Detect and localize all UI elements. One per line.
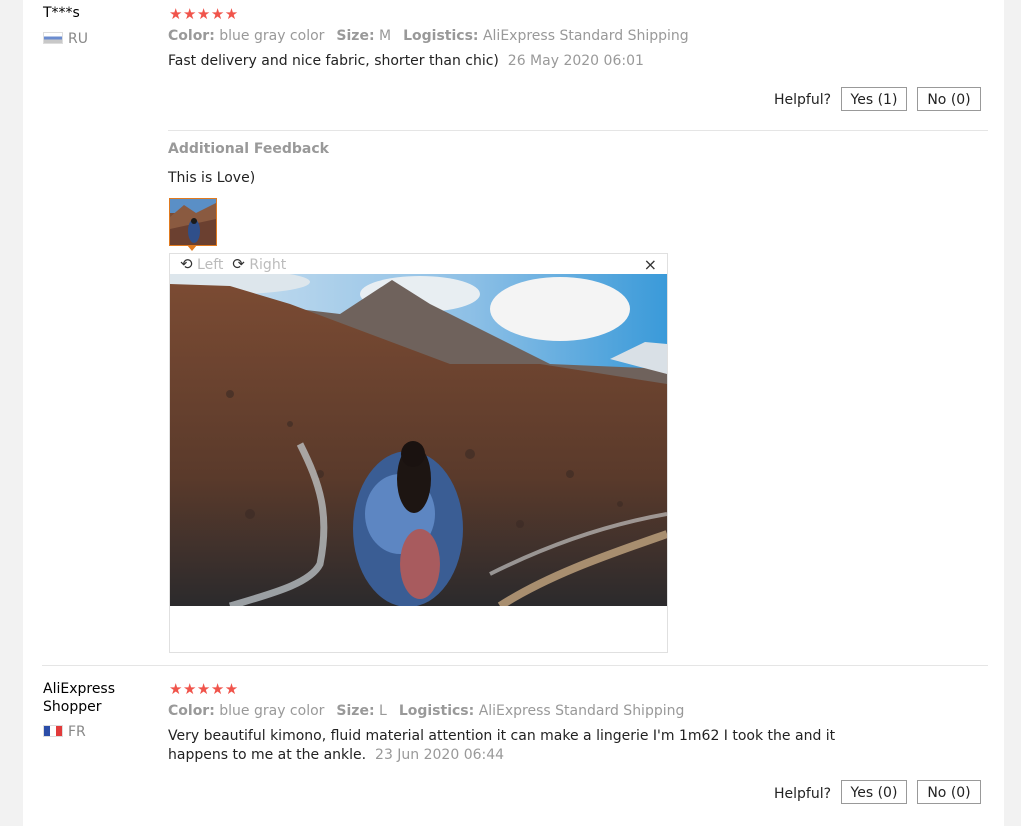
reviewer-name: AliExpress Shopper: [43, 680, 115, 716]
country-code: RU: [68, 31, 88, 47]
size-value: M: [379, 28, 392, 44]
review-attributes: Color: blue gray color Size: L Logistics: …: [168, 703, 684, 719]
helpful-label: Helpful?: [774, 786, 832, 802]
viewer-toolbar: ⟲ Left ⟳ Right: [180, 255, 286, 273]
star-rating: ★★★★★: [169, 680, 239, 698]
rotate-right-button[interactable]: Right: [249, 257, 286, 273]
review-photo: [170, 274, 667, 606]
size-label: Size:: [336, 28, 375, 44]
thumbnail-pointer: [187, 245, 197, 251]
reviewer-country: FR: [43, 724, 86, 740]
reviewer-name-line2: Shopper: [43, 699, 102, 715]
review-photo-thumbnail[interactable]: [169, 198, 217, 246]
flag-fr-icon: [43, 725, 63, 737]
color-value: blue gray color: [219, 28, 325, 44]
reviewer-name: T***s: [43, 5, 80, 21]
photo-viewer: ⟲ Left ⟳ Right ×: [169, 253, 668, 653]
reviews-panel: T***s RU ★★★★★ Color: blue gray color Siz…: [23, 0, 1004, 826]
review-divider: [42, 665, 988, 666]
helpful-yes-button[interactable]: Yes (0): [841, 780, 907, 804]
color-label: Color:: [168, 28, 215, 44]
logistics-value: AliExpress Standard Shipping: [482, 28, 689, 44]
rotate-left-icon[interactable]: ⟲: [180, 255, 193, 273]
review-body-line2: happens to me at the ankle.: [168, 747, 367, 763]
review-text: Fast delivery and nice fabric, shorter t…: [168, 52, 644, 71]
reviewer-name-line1: AliExpress: [43, 681, 116, 697]
rotate-left-button[interactable]: Left: [197, 257, 223, 273]
star-rating: ★★★★★: [169, 5, 239, 23]
logistics-value: AliExpress Standard Shipping: [478, 703, 685, 719]
close-icon[interactable]: ×: [644, 255, 657, 274]
size-value: L: [379, 703, 387, 719]
color-label: Color:: [168, 703, 215, 719]
additional-feedback-text: This is Love): [168, 170, 256, 186]
reviewer-country: RU: [43, 31, 88, 47]
divider: [168, 130, 988, 131]
review-attributes: Color: blue gray color Size: M Logistics: …: [168, 28, 689, 44]
helpful-label: Helpful?: [774, 92, 832, 108]
review-text: Very beautiful kimono, fluid material at…: [168, 727, 835, 765]
country-code: FR: [68, 724, 86, 740]
logistics-label: Logistics:: [403, 28, 479, 44]
size-label: Size:: [336, 703, 375, 719]
logistics-label: Logistics:: [398, 703, 475, 719]
rotate-right-icon[interactable]: ⟳: [232, 255, 245, 273]
helpful-no-button[interactable]: No (0): [917, 87, 981, 111]
review-date: 23 Jun 2020 06:44: [375, 747, 505, 763]
review-body-line1: Very beautiful kimono, fluid material at…: [168, 728, 836, 744]
helpful-no-button[interactable]: No (0): [917, 780, 981, 804]
additional-feedback-heading: Additional Feedback: [168, 141, 329, 157]
color-value: blue gray color: [219, 703, 325, 719]
flag-ru-icon: [43, 32, 63, 44]
review-date: 26 May 2020 06:01: [507, 53, 644, 69]
review-body: Fast delivery and nice fabric, shorter t…: [168, 53, 499, 69]
helpful-yes-button[interactable]: Yes (1): [841, 87, 907, 111]
